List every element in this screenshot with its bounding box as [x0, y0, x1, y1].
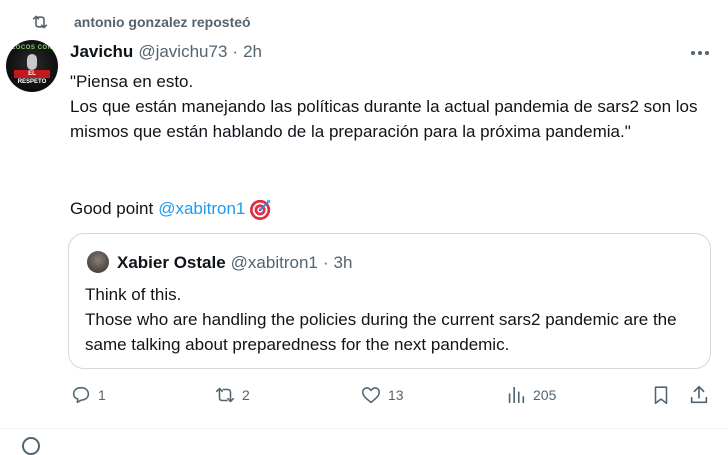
more-icon[interactable] — [690, 50, 710, 56]
bookmark-icon — [654, 386, 668, 405]
heart-icon — [361, 387, 381, 404]
action-bar: 1 2 13 205 — [0, 384, 728, 414]
share-icon — [690, 385, 708, 404]
tweet-header: Javichu @javichu73 · 2h — [70, 42, 262, 62]
direct-hit-icon — [250, 199, 271, 220]
quote-line: Think of this. — [85, 285, 182, 304]
quote-text: Think of this. Those who are handling th… — [85, 282, 695, 357]
like-button[interactable]: 13 — [360, 384, 404, 406]
avatar-top-text: LOCOS CON — [11, 45, 53, 51]
header-separator: · — [232, 42, 239, 61]
like-count: 13 — [388, 387, 404, 403]
avatar-banner-text: EL RESPETO — [14, 70, 50, 85]
tweet-text: "Piensa en esto. Los que están manejando… — [70, 69, 710, 144]
quote-author-name[interactable]: Xabier Ostale — [117, 253, 226, 273]
tweet-comment: Good point @xabitron1 — [70, 196, 272, 221]
bookmark-button[interactable] — [650, 384, 672, 406]
tweet-line: "Piensa en esto. — [70, 72, 194, 91]
repost-icon — [32, 15, 48, 29]
reply-button[interactable]: 1 — [70, 384, 106, 406]
repost-count: 2 — [242, 387, 250, 403]
divider — [0, 428, 728, 429]
repost-button[interactable]: 2 — [214, 384, 250, 406]
quote-header: Xabier Ostale @xabitron1 · 3h — [117, 253, 352, 273]
avatar[interactable]: LOCOS CON EL RESPETO — [6, 40, 58, 92]
repost-label[interactable]: antonio gonzalez reposteó — [74, 14, 251, 30]
quote-time[interactable]: 3h — [334, 253, 353, 273]
share-button[interactable] — [688, 384, 710, 406]
repost-icon — [215, 387, 235, 403]
quoted-tweet[interactable]: Xabier Ostale @xabitron1 · 3h Think of t… — [68, 233, 711, 369]
microphone-icon — [27, 54, 37, 70]
reply-icon — [72, 386, 90, 404]
views-button[interactable]: 205 — [505, 384, 556, 406]
reply-count: 1 — [98, 387, 106, 403]
quote-avatar[interactable] — [87, 251, 109, 273]
quote-author-handle[interactable]: @xabitron1 — [231, 253, 318, 273]
mention-link[interactable]: @xabitron1 — [158, 196, 245, 221]
tweet-line: Los que están manejando las políticas du… — [70, 97, 698, 141]
views-icon — [508, 386, 525, 404]
next-post-icon — [22, 437, 40, 455]
tweet-time[interactable]: 2h — [243, 42, 262, 62]
author-handle[interactable]: @javichu73 — [138, 42, 227, 62]
comment-text: Good point — [70, 199, 154, 218]
author-name[interactable]: Javichu — [70, 42, 133, 62]
quote-line: Those who are handling the policies duri… — [85, 310, 677, 354]
quote-separator: · — [322, 253, 329, 272]
views-count: 205 — [533, 387, 557, 403]
